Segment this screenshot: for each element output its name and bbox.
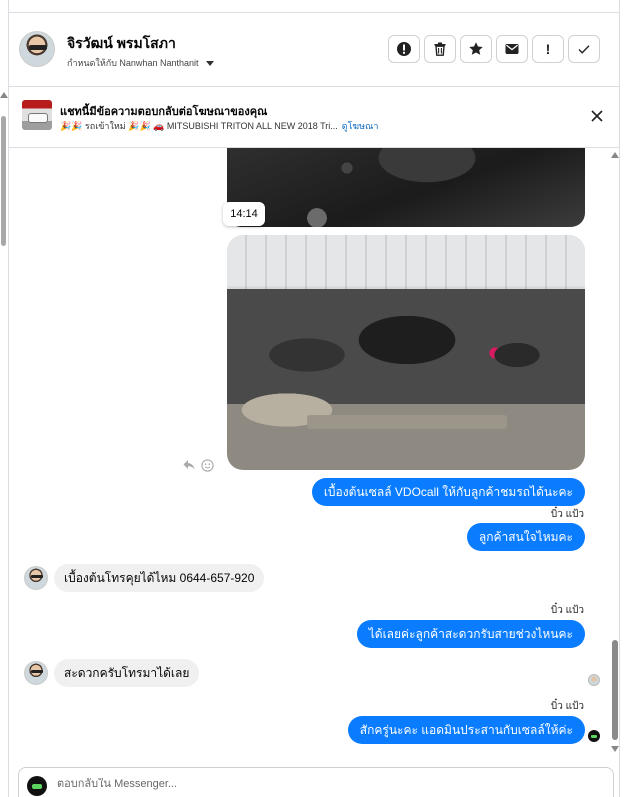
message-timestamp: 14:14 [223,202,265,226]
incoming-message[interactable]: สะดวกครับโทรมาได้เลย [54,659,200,687]
scroll-up-arrow-icon[interactable] [611,152,619,158]
incoming-message[interactable]: เบื้องต้นโทรคุยได้ไหม 0644-657-920 [54,564,265,592]
outgoing-message[interactable]: ได้เลยค่ะลูกค้าสะดวกรับสายช่วงไหนคะ [356,620,585,648]
scroll-down-arrow-icon[interactable] [611,746,619,752]
reply-composer [18,767,614,797]
scroll-up-arrow-icon[interactable] [0,92,8,98]
page-avatar [27,776,47,796]
exclamation-circle-icon [397,42,411,56]
envelope-icon [505,44,519,54]
star-button[interactable] [460,35,492,63]
caret-down-icon [206,60,215,66]
close-banner-button[interactable] [587,106,607,126]
contact-avatar-small[interactable] [24,566,48,590]
contact-avatar[interactable] [19,31,55,67]
follow-up-button[interactable]: ! [532,35,564,63]
seen-receipt-avatar [588,674,600,686]
outgoing-message[interactable]: เบื้องต้นเซลล์ VDOcall ให้กับลูกค้าชมรถไ… [311,478,585,506]
sent-receipt-avatar [588,730,600,742]
view-ad-link[interactable]: ดูโฆษณา [342,121,379,131]
messages-scrollbar[interactable] [610,148,620,758]
ad-description: 🎉🎉 รถเข้าใหม่ 🎉🎉 🚗 MITSUBISHI TRITON ALL… [60,121,338,131]
star-icon [469,42,483,55]
scrollbar-thumb[interactable] [1,116,6,246]
ad-banner-title: แชทนี้มีข้อความตอบกลับต่อโฆษณาของคุณ [60,106,268,118]
ad-banner-subtitle: 🎉🎉 รถเข้าใหม่ 🎉🎉 🚗 MITSUBISHI TRITON ALL… [60,119,378,133]
delete-button[interactable] [424,35,456,63]
outgoing-message[interactable]: ลูกค้าสนใจไหมคะ [466,523,585,551]
mark-unread-button[interactable] [496,35,528,63]
ad-reply-banner: แชทนี้มีข้อความตอบกลับต่อโฆษณาของคุณ 🎉🎉 … [9,88,619,148]
trash-icon [434,42,446,56]
contact-name[interactable]: จิรวัฒน์ พรมโสภา [67,33,176,55]
outgoing-message[interactable]: สักครู่นะคะ แอดมินประสานกับเซลล์ให้ค่ะ [347,716,585,744]
conversation-actions: ! [388,35,600,63]
assignee-selector[interactable]: กำหนดให้กับ Nanwhan Nanthanit [67,56,215,70]
left-scrollbar[interactable] [0,88,8,797]
checkmark-icon [578,45,590,54]
scrollbar-thumb[interactable] [612,640,618,740]
photo-message-interior[interactable] [227,148,585,227]
sender-label: บิ๋ว แป้ว [550,509,584,520]
mark-spam-button[interactable] [388,35,420,63]
reply-icon[interactable] [182,458,196,472]
reply-input[interactable] [57,778,577,790]
assignee-label: กำหนดให้กับ Nanwhan Nanthanit [67,58,199,68]
contact-avatar-small[interactable] [24,661,48,685]
close-icon [591,110,603,122]
exclamation-icon: ! [545,41,551,57]
conversation-header: จิรวัฒน์ พรมโสภา กำหนดให้กับ Nanwhan Nan… [9,13,619,87]
photo-message-engine[interactable] [227,235,585,470]
emoji-reaction-icon[interactable] [201,459,214,472]
sender-label: บิ๋ว แป้ว [550,701,584,712]
sender-label: บิ๋ว แป้ว [550,605,584,616]
ad-thumbnail[interactable] [22,100,52,130]
mark-done-button[interactable] [568,35,600,63]
